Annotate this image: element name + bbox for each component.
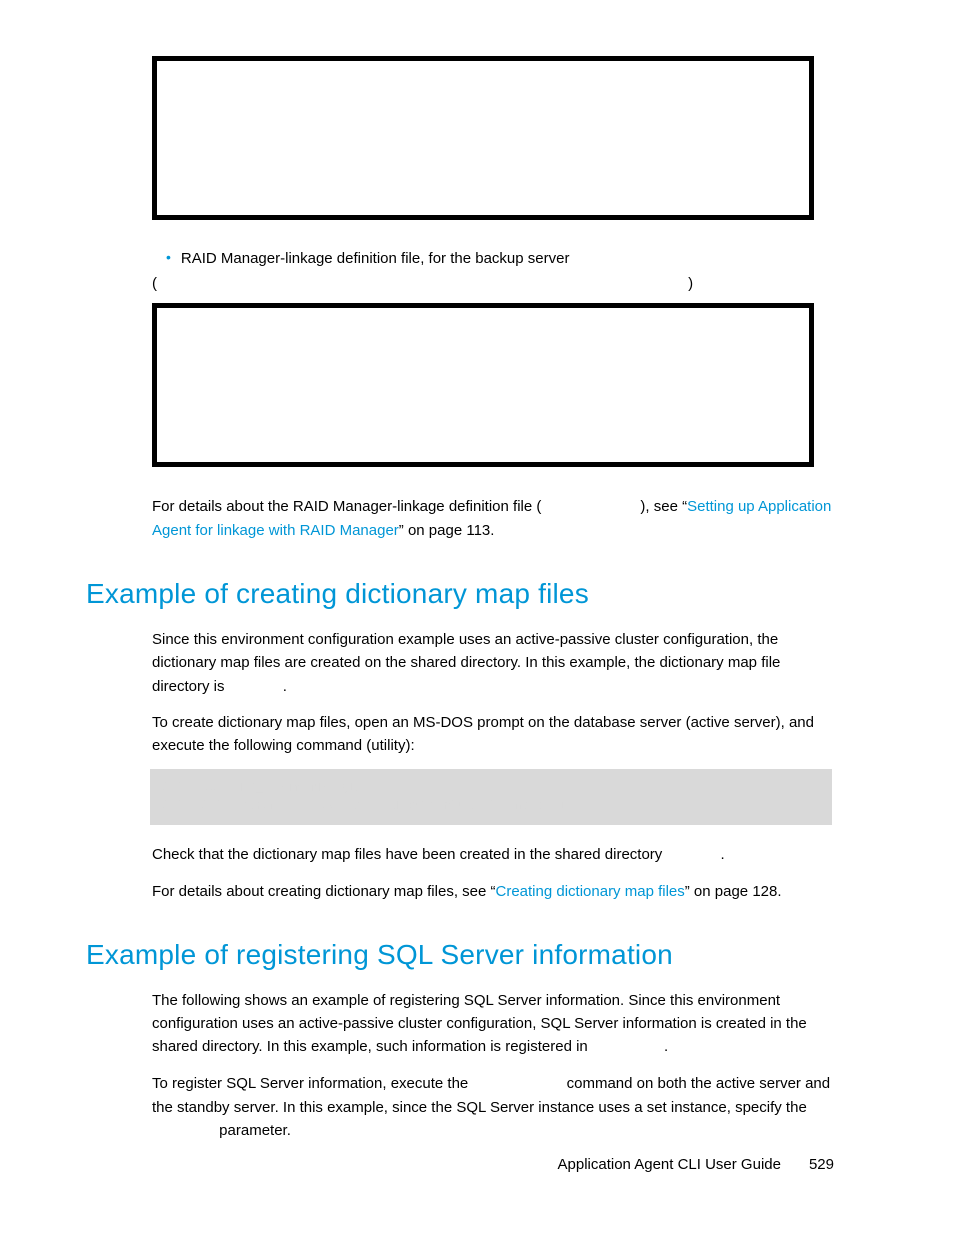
text-dict-instruction: To create dictionary map files, open an … — [152, 711, 834, 758]
path-backup-default-dat: BKServer C:\Program Files\Hitachi\DRM\co… — [157, 276, 688, 293]
footer-page-number: 529 — [809, 1156, 834, 1173]
bullet-icon: • — [166, 248, 171, 271]
text-sql-intro-b: . — [664, 1038, 668, 1055]
heading-creating-dictionary-map-files: Example of creating dictionary map files — [86, 578, 834, 610]
text-check-dict-b: . — [720, 846, 724, 863]
inline-code-default: default — [152, 1123, 215, 1140]
code-box-raid-bkserver: HORCMINST=horcm0 VENDER=HEWLETT-PACKARD … — [152, 303, 814, 467]
paren-close: ) — [688, 275, 693, 292]
inline-code-drmsqlinit: drmsqlinit — [472, 1076, 562, 1093]
text-dict-details-b: ” on page 128. — [685, 883, 782, 900]
text-dict-details-a: For details about creating dictionary ma… — [152, 883, 496, 900]
text-sql-register-c: parameter. — [215, 1122, 291, 1139]
text-dict-intro-b: . — [283, 678, 287, 695]
text-sql-register-a: To register SQL Server information, exec… — [152, 1075, 472, 1092]
bullet-text-backup-server: RAID Manager-linkage definition file, fo… — [181, 248, 570, 271]
link-creating-dictionary-map-files[interactable]: Creating dictionary map files — [496, 883, 685, 900]
text-raid-details-b: ), see “ — [640, 498, 687, 515]
inline-code-lptm-2: L:\PTM — [666, 847, 720, 864]
inline-code-default-dat: DEFAULT.dat — [541, 499, 640, 516]
text-check-dict-a: Check that the dictionary map files have… — [152, 846, 666, 863]
code-box-raid-dbserver: HORCMINST=horcm0 VENDER=HEWLETT-PACKARD … — [152, 56, 814, 220]
code-box-drmdbsetup: C:\> set DRM_HOSTNAME=SQL1 C:\> C:\Progr… — [150, 769, 832, 825]
text-raid-details-c: ” on page 113. — [399, 522, 495, 539]
inline-code-lmssql: L:\mssql — [592, 1039, 664, 1056]
text-sql-intro-a: The following shows an example of regist… — [152, 992, 807, 1056]
inline-code-lptm: L:\PTM — [229, 679, 283, 696]
footer-doc-title: Application Agent CLI User Guide — [558, 1156, 781, 1173]
heading-registering-sql-server: Example of registering SQL Server inform… — [86, 939, 834, 971]
text-raid-details-a: For details about the RAID Manager-linka… — [152, 498, 541, 515]
